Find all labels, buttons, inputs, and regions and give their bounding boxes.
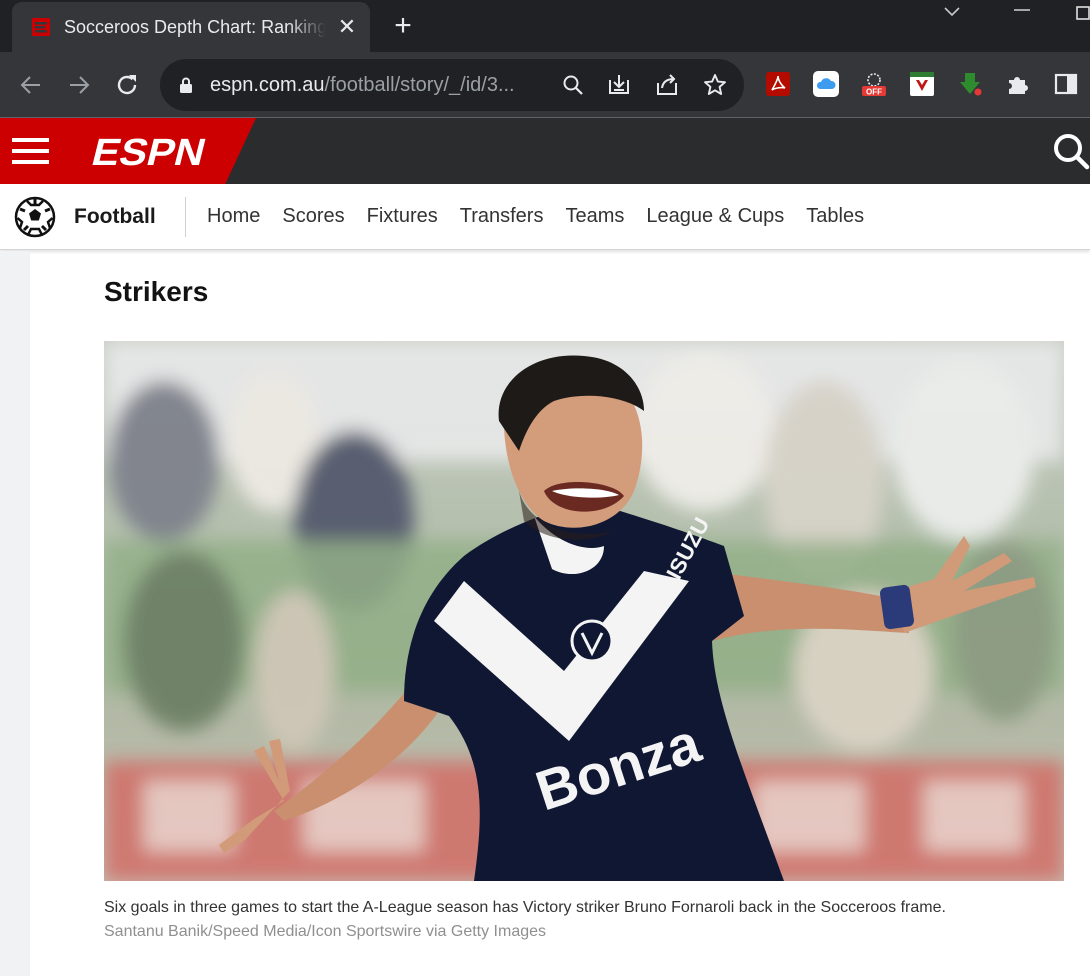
espn-logo-text: ESPN (88, 132, 210, 172)
subnav-divider (185, 197, 186, 237)
cloud-extension-icon[interactable] (812, 70, 840, 98)
lock-icon[interactable] (178, 76, 194, 94)
url-path: /football/story/_/id/3... (324, 74, 515, 96)
espn-favicon-icon (32, 18, 50, 36)
maximize-icon[interactable] (1076, 6, 1090, 20)
share-icon[interactable] (654, 72, 680, 98)
extensions-puzzle-icon[interactable] (1004, 70, 1032, 98)
image-credit: Santanu Banik/Speed Media/Icon Sportswir… (104, 923, 547, 940)
subnav-links: Home Scores Fixtures Transfers Teams Lea… (207, 205, 886, 228)
tab-search-icon[interactable] (942, 4, 962, 20)
article-hero-image: ISUZU Bonza (104, 341, 1064, 881)
image-caption: Six goals in three games to start the A-… (104, 899, 946, 916)
subnav-home[interactable]: Home (207, 205, 260, 228)
svg-text:OFF: OFF (866, 88, 882, 97)
browser-tab-strip: Socceroos Depth Chart: Rankings ✕ + (0, 0, 1090, 52)
back-arrow-icon[interactable] (17, 71, 45, 99)
reload-icon[interactable] (113, 71, 141, 99)
subnav-scores[interactable]: Scores (282, 205, 344, 228)
soccer-ball-icon[interactable] (14, 196, 56, 238)
forward-arrow-icon[interactable] (65, 71, 93, 99)
sport-title[interactable]: Football (74, 205, 156, 229)
browser-toolbar: espn.com.au/football/story/_/id/3... OFF (0, 52, 1090, 118)
adblock-off-icon[interactable]: OFF (860, 70, 888, 98)
mcafee-extension-icon[interactable] (908, 70, 936, 98)
minimize-icon[interactable] (1012, 0, 1032, 20)
site-search-icon[interactable] (1050, 131, 1090, 171)
url-host: espn.com.au (210, 74, 325, 96)
espn-header: ESPN (0, 118, 1090, 184)
hero-illustration: ISUZU Bonza (104, 341, 1064, 881)
football-subnav: Football Home Scores Fixtures Transfers … (0, 184, 1090, 250)
url-text[interactable]: espn.com.au/football/story/_/id/3... (210, 74, 515, 97)
hamburger-menu-icon[interactable] (12, 137, 50, 165)
bookmark-star-icon[interactable] (702, 72, 728, 98)
subnav-transfers[interactable]: Transfers (460, 205, 544, 228)
pdf-extension-icon[interactable] (764, 70, 792, 98)
address-bar[interactable]: espn.com.au/football/story/_/id/3... (160, 59, 744, 111)
search-icon[interactable] (560, 72, 586, 98)
espn-logo[interactable]: ESPN (80, 132, 210, 172)
new-tab-icon[interactable]: + (390, 11, 416, 41)
subnav-fixtures[interactable]: Fixtures (367, 205, 438, 228)
download-extension-icon[interactable] (956, 70, 984, 98)
section-heading: Strikers (104, 276, 209, 307)
install-app-icon[interactable] (606, 72, 632, 98)
tab-title: Socceroos Depth Chart: Rankings (64, 17, 326, 37)
subnav-tables[interactable]: Tables (806, 205, 864, 228)
tab-close-icon[interactable]: ✕ (336, 16, 358, 38)
side-panel-icon[interactable] (1052, 70, 1080, 98)
browser-tab[interactable]: Socceroos Depth Chart: Rankings ✕ (12, 2, 370, 52)
subnav-league-cups[interactable]: League & Cups (646, 205, 784, 228)
page-left-gutter (0, 251, 30, 976)
subnav-teams[interactable]: Teams (565, 205, 624, 228)
